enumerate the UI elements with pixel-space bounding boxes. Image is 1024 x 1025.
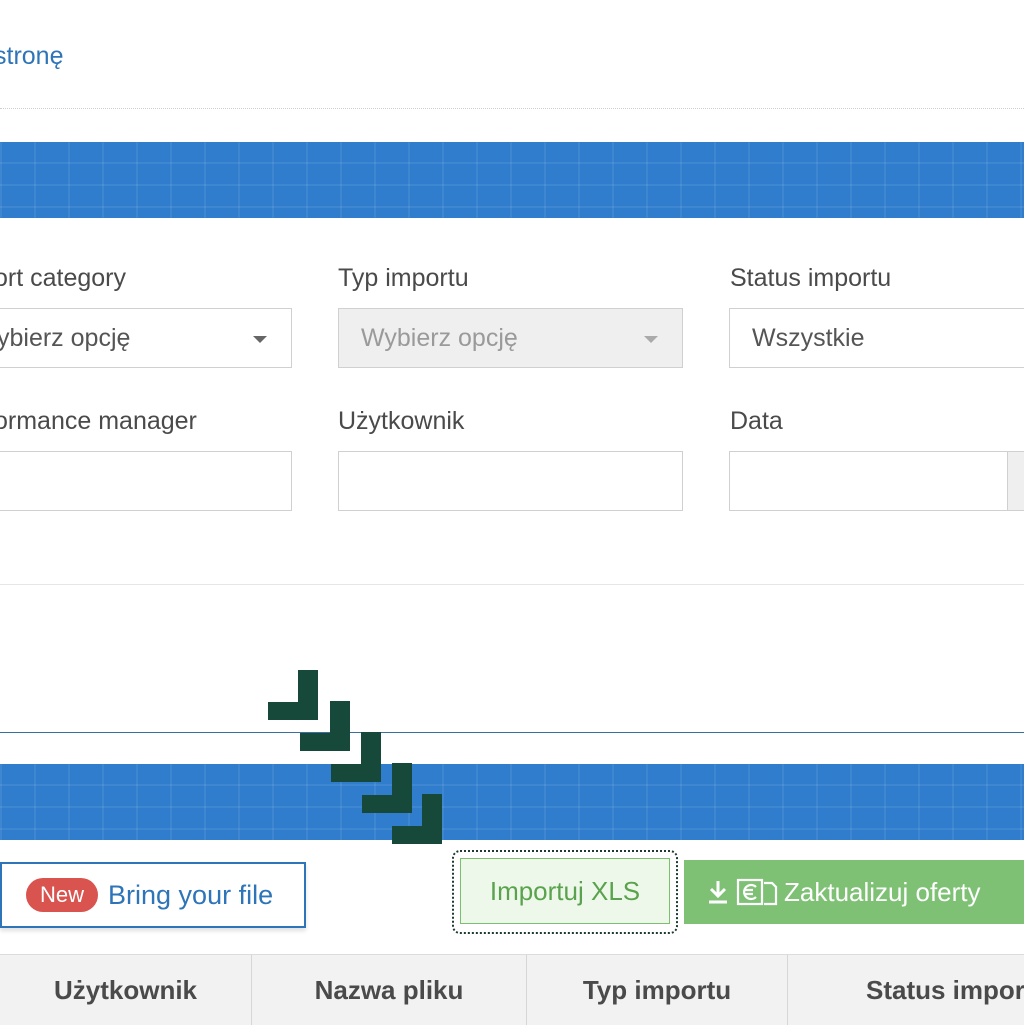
import-type-placeholder: Wybierz opcję [361,324,518,352]
new-badge: New [26,878,99,912]
dropdown-caret-icon [253,336,267,343]
category-label: ort category [0,264,127,292]
user-input[interactable] [338,451,683,511]
import-xls-button[interactable]: Importuj XLS [460,858,670,924]
column-header-user[interactable]: Użytkownik [0,955,252,1025]
results-header-bar [0,764,1024,840]
import-type-label: Typ importu [338,264,469,292]
import-status-value: Wszystkie [752,324,865,352]
date-input[interactable] [729,451,1024,511]
euro-document-icon [736,878,778,906]
user-label: Użytkownik [338,407,465,435]
column-header-import-type[interactable]: Typ importu [527,955,788,1025]
stair-arrow-icon [268,670,442,844]
category-select[interactable]: ybierz opcję [0,308,292,368]
column-header-import-status[interactable]: Status impor [788,955,1024,1025]
import-status-label: Status importu [730,264,892,292]
download-icon [709,881,727,904]
performance-manager-label: ormance manager [0,407,197,435]
performance-manager-input[interactable] [0,451,292,511]
divider [0,732,1024,733]
calendar-addon[interactable] [1007,452,1024,510]
date-label: Data [730,407,783,435]
bring-your-file-label: Bring your file [108,879,274,910]
update-offers-button[interactable]: Zaktualizuj oferty [684,860,1024,924]
bring-your-file-button[interactable]: New Bring your file [0,862,306,928]
table-header: Użytkownik Nazwa pliku Typ importu Statu… [0,954,1024,1025]
category-select-value: ybierz opcję [0,324,131,352]
section-header-bar [0,142,1024,218]
divider [0,584,1024,585]
back-link[interactable]: stronę [0,42,63,71]
divider [0,108,1024,109]
import-status-select[interactable]: Wszystkie [729,308,1024,368]
dropdown-caret-icon [644,336,658,343]
column-header-file-name[interactable]: Nazwa pliku [252,955,527,1025]
update-offers-label: Zaktualizuj oferty [784,876,981,907]
import-type-select[interactable]: Wybierz opcję [338,308,683,368]
